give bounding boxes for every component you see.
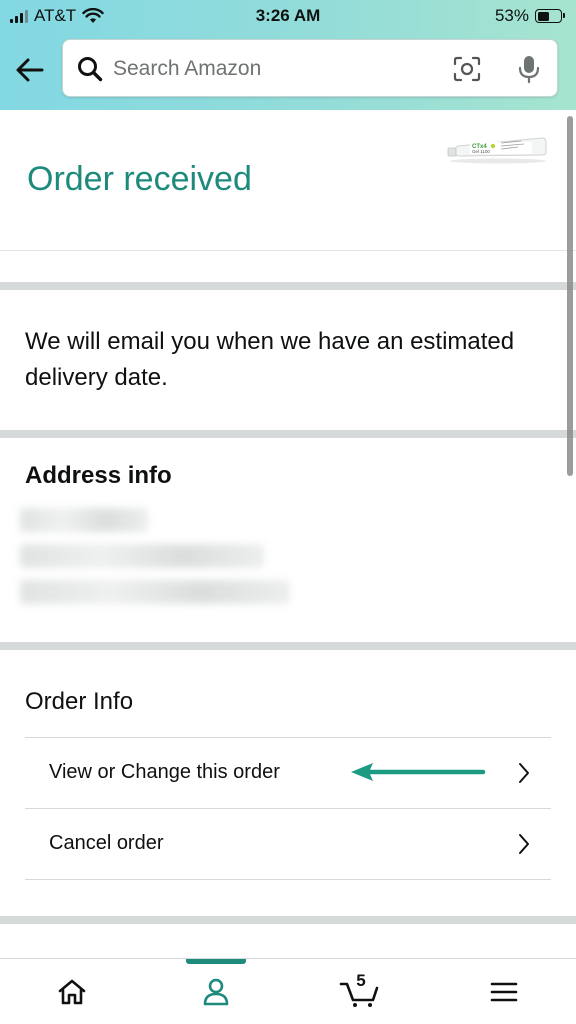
camera-scan-icon[interactable]: [453, 56, 481, 82]
bottom-navigation: 5: [0, 958, 576, 1024]
cart-count-badge: 5: [356, 971, 366, 990]
nav-home[interactable]: [42, 969, 102, 1015]
order-info-heading: Order Info: [25, 688, 134, 715]
microphone-icon[interactable]: [516, 54, 542, 84]
search-bar[interactable]: [62, 39, 558, 97]
battery-percent: 53%: [494, 6, 529, 25]
chevron-right-icon: [519, 763, 529, 783]
battery-icon: [535, 9, 565, 23]
cancel-order-label: Cancel order: [49, 831, 164, 854]
home-icon: [58, 979, 86, 1005]
scrollbar[interactable]: [567, 116, 573, 476]
product-image[interactable]: CTx4 Gel 1100: [446, 130, 550, 169]
search-input[interactable]: [113, 50, 433, 88]
order-confirmation-content: Order received CTx4 Gel 1100 We will ema…: [0, 110, 576, 958]
app-header: AT&T 3:26 AM 53%: [0, 0, 576, 110]
back-button[interactable]: [12, 52, 48, 88]
svg-text:Gel 1100: Gel 1100: [472, 149, 490, 154]
view-change-order-row[interactable]: View or Change this order: [25, 737, 551, 807]
order-status-title: Order received: [27, 160, 252, 198]
divider: [0, 250, 576, 251]
active-tab-indicator: [186, 959, 246, 964]
section-separator: [0, 642, 576, 650]
nav-cart[interactable]: 5: [330, 969, 390, 1015]
section-separator: [0, 916, 576, 924]
section-separator: [0, 282, 576, 290]
chevron-right-icon: [519, 834, 529, 854]
delivery-estimate-message: We will email you when we have an estima…: [25, 328, 515, 391]
search-icon[interactable]: [77, 56, 103, 82]
row-divider: [25, 879, 551, 880]
product-tube-image: CTx4 Gel 1100: [447, 137, 547, 164]
address-info-heading: Address info: [25, 462, 172, 489]
status-time: 3:26 AM: [255, 6, 321, 25]
arrow-left-icon: [351, 763, 486, 781]
cancel-order-row[interactable]: Cancel order: [25, 808, 551, 878]
nav-menu[interactable]: [474, 969, 534, 1015]
battery-level-fill: [537, 11, 550, 21]
account-icon: [203, 978, 229, 1006]
status-bar: AT&T 3:26 AM 53%: [0, 0, 576, 32]
shipping-address-redacted: [20, 508, 290, 616]
section-separator: [0, 430, 576, 438]
menu-icon: [490, 982, 518, 1002]
arrow-left-icon: [16, 58, 44, 82]
nav-account[interactable]: [186, 969, 246, 1015]
view-change-order-label: View or Change this order: [49, 760, 280, 783]
